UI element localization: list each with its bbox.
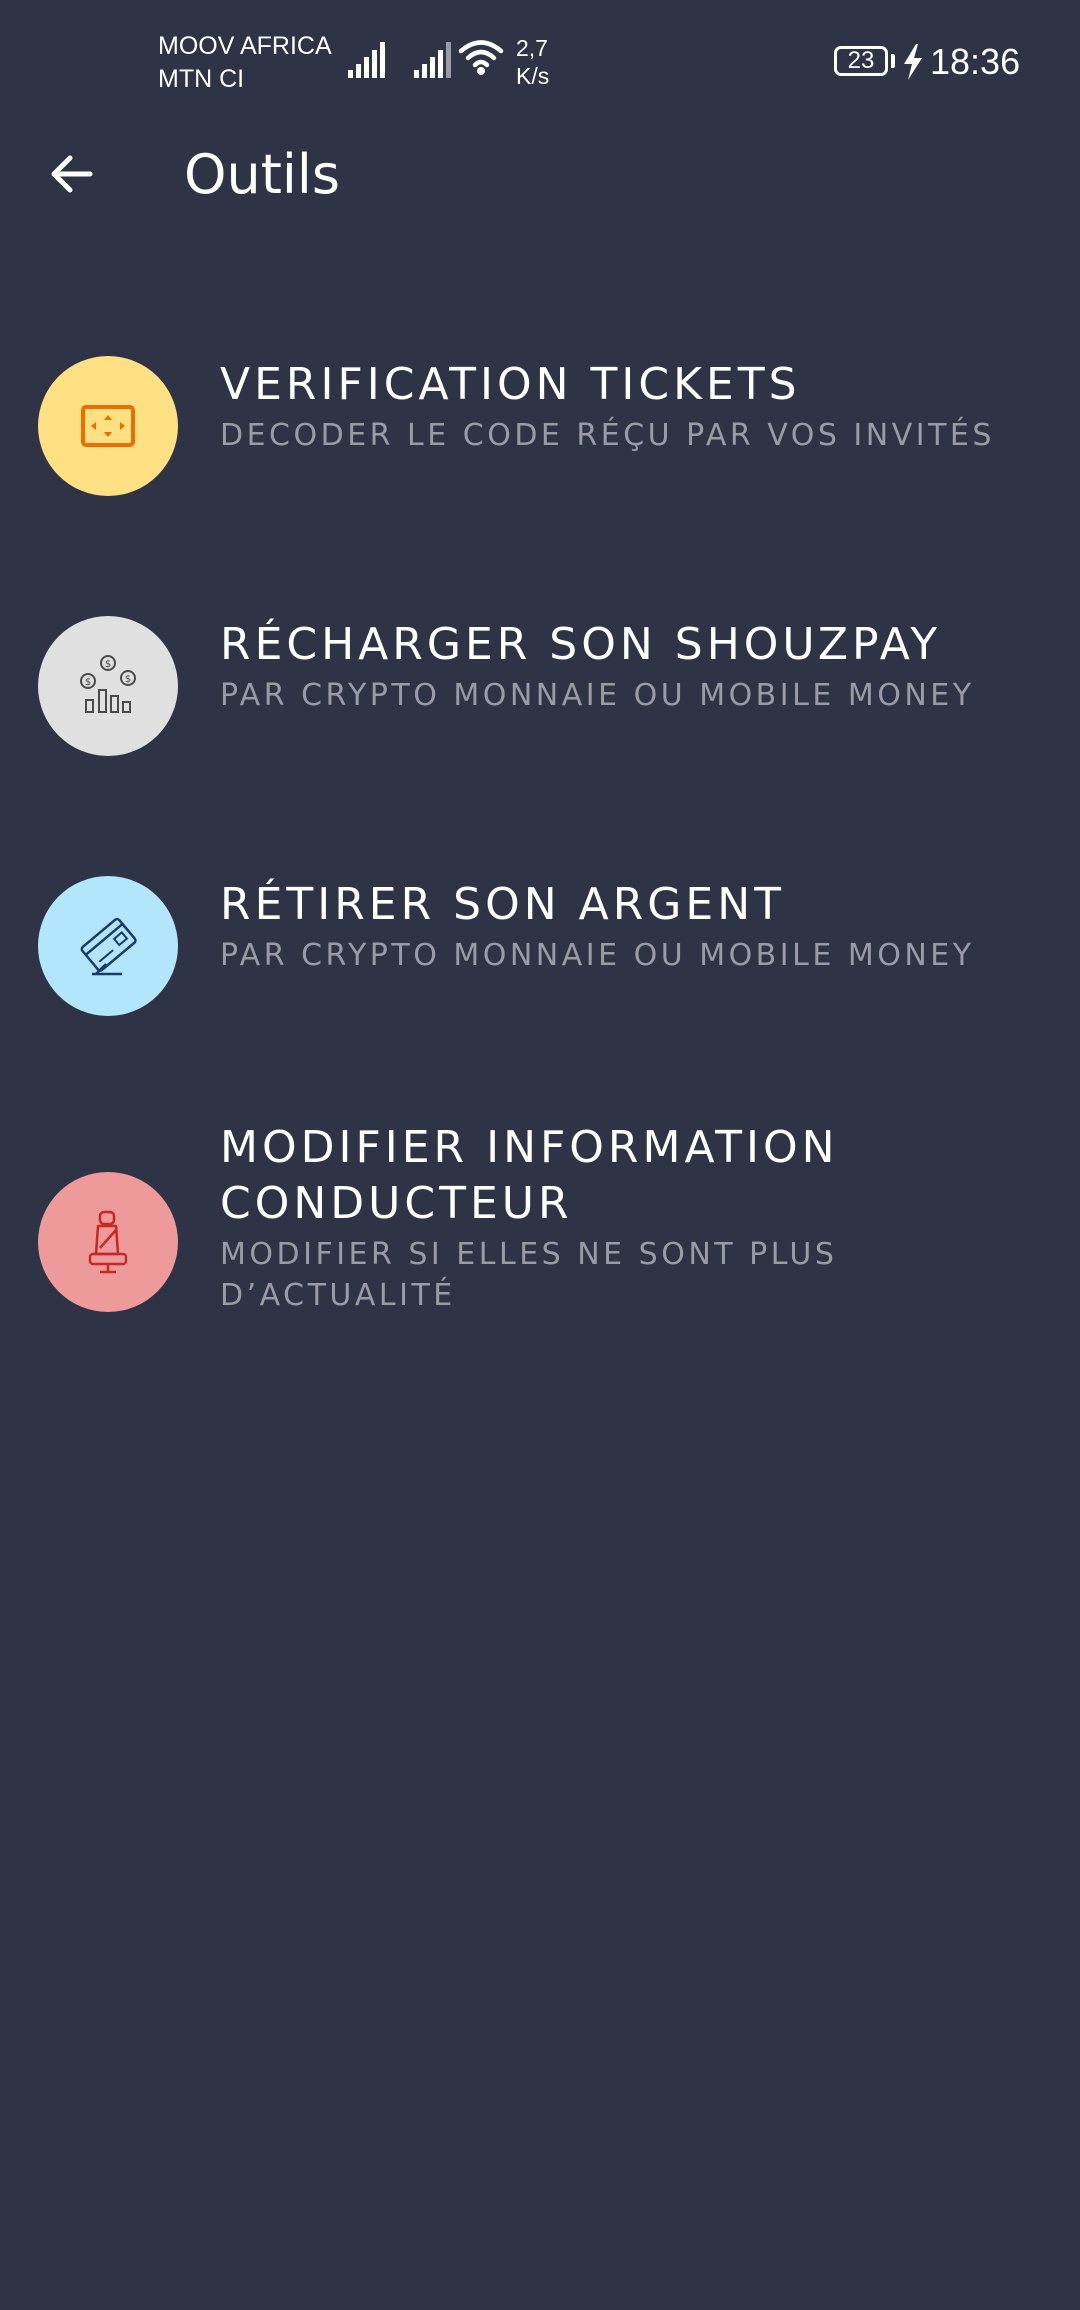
- ticket-scan-icon: [81, 405, 135, 447]
- menu-item-text: RÉTIRER SON ARGENT PAR CRYPTO MONNAIE OU…: [220, 877, 1040, 976]
- menu-item-subtitle: PAR CRYPTO MONNAIE OU MOBILE MONEY: [220, 678, 975, 713]
- network-speed-unit: K/s: [516, 63, 550, 89]
- recharge-icon-circle: $ $ $: [38, 616, 178, 756]
- svg-text:$: $: [105, 659, 111, 670]
- menu-item-verification-tickets[interactable]: VERIFICATION TICKETS DECODER LE CODE RÉÇ…: [0, 340, 1080, 530]
- menu-item-recharger-shouzpay[interactable]: $ $ $ RÉCHARGER SON SHOUZPAY PAR CRYPTO …: [0, 600, 1080, 790]
- menu-item-retirer-argent[interactable]: RÉTIRER SON ARGENT PAR CRYPTO MONNAIE OU…: [0, 860, 1080, 1050]
- back-button[interactable]: [40, 142, 104, 206]
- menu-item-title: MODIFIER INFORMATION CONDUCTEUR: [220, 1122, 839, 1229]
- menu-item-title: VERIFICATION TICKETS: [220, 359, 801, 410]
- driver-icon-circle: [38, 1172, 178, 1312]
- menu-item-subtitle: DECODER LE CODE RÉÇU PAR VOS INVITÉS: [220, 418, 995, 453]
- credit-card-icon: [80, 917, 137, 976]
- signal-strength-icon: [414, 42, 451, 78]
- menu-item-text: RÉCHARGER SON SHOUZPAY PAR CRYPTO MONNAI…: [220, 617, 1040, 716]
- wifi-icon: [458, 40, 504, 75]
- arrow-left-icon: [51, 155, 93, 193]
- carrier-names: MOOV AFRICA MTN CI: [158, 30, 332, 96]
- network-speed: 2,7 K/s: [516, 34, 549, 90]
- svg-text:$: $: [85, 677, 91, 688]
- tools-menu: VERIFICATION TICKETS DECODER LE CODE RÉÇ…: [0, 340, 1080, 1366]
- menu-item-subtitle: MODIFIER SI ELLES NE SONT PLUS D’ACTUALI…: [220, 1237, 838, 1313]
- battery-icon: 23: [834, 46, 888, 76]
- menu-item-title: RÉCHARGER SON SHOUZPAY: [220, 619, 942, 670]
- battery-level: 23: [847, 47, 875, 74]
- status-bar: MOOV AFRICA MTN CI 2,7 K/s 23 18:36: [0, 0, 1080, 120]
- menu-item-subtitle: PAR CRYPTO MONNAIE OU MOBILE MONEY: [220, 938, 975, 973]
- menu-item-text: MODIFIER INFORMATION CONDUCTEUR MODIFIER…: [220, 1120, 1040, 1316]
- svg-text:$: $: [125, 674, 131, 685]
- menu-item-modifier-conducteur[interactable]: MODIFIER INFORMATION CONDUCTEUR MODIFIER…: [0, 1120, 1080, 1366]
- app-bar: Outils: [0, 130, 1080, 220]
- menu-item-text: VERIFICATION TICKETS DECODER LE CODE RÉÇ…: [220, 357, 1040, 456]
- withdraw-icon-circle: [38, 876, 178, 1016]
- carrier-2: MTN CI: [158, 65, 245, 93]
- menu-item-title: RÉTIRER SON ARGENT: [220, 879, 785, 930]
- coins-chart-icon: $ $ $: [80, 655, 136, 713]
- ticket-icon-circle: [38, 356, 178, 496]
- signal-strength-icon: [348, 42, 385, 78]
- car-seat-icon: [88, 1210, 128, 1274]
- network-speed-value: 2,7: [516, 35, 548, 61]
- charging-bolt-icon: [904, 44, 922, 80]
- page-title: Outils: [184, 143, 341, 206]
- clock: 18:36: [930, 41, 1021, 82]
- carrier-1: MOOV AFRICA: [158, 32, 332, 60]
- battery-tip: [891, 54, 895, 68]
